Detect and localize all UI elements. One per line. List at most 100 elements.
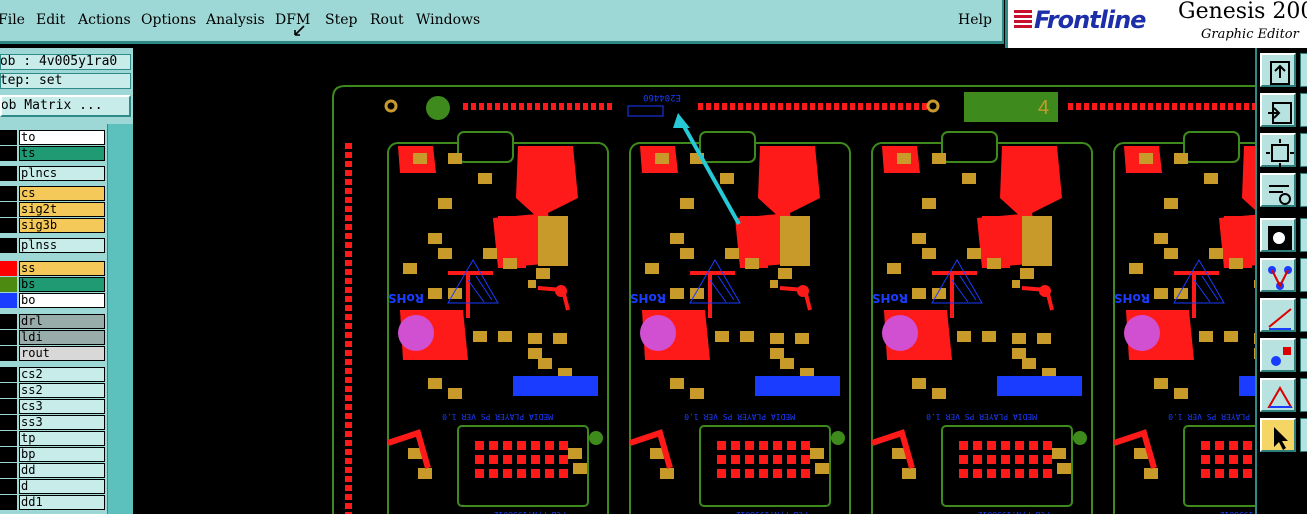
menu-rout[interactable]: Rout: [370, 12, 404, 28]
layer-row-plnss[interactable]: plnss: [0, 238, 105, 253]
polygon-edit-tool-button[interactable]: [1260, 378, 1296, 412]
layer-name[interactable]: rout: [19, 346, 105, 361]
layer-row-cs3[interactable]: cs3: [0, 399, 105, 414]
layer-row-ss2[interactable]: ss2: [0, 383, 105, 398]
snap-measure-tool-button[interactable]: [1260, 173, 1296, 207]
tool-side-button[interactable]: [1300, 298, 1307, 332]
net-connect-tool-button[interactable]: [1260, 258, 1296, 292]
graphic-canvas[interactable]: 4 E204460 RoHS MEDIA PLAYER PS VER 1.0 PCB P…: [133, 48, 1255, 514]
layer-color-swatch[interactable]: [0, 186, 17, 201]
layer-color-swatch[interactable]: [0, 447, 17, 462]
layer-row-dd1[interactable]: dd1: [0, 495, 105, 510]
layer-color-swatch[interactable]: [0, 130, 17, 145]
layer-color-swatch[interactable]: [0, 330, 17, 345]
select-feature-tool-button[interactable]: [1260, 218, 1296, 252]
layer-row-to[interactable]: to: [0, 130, 105, 145]
tool-side-button[interactable]: [1300, 418, 1307, 452]
layer-row-cs[interactable]: cs: [0, 186, 105, 201]
layer-row-ts[interactable]: ts: [0, 146, 105, 161]
layer-color-swatch[interactable]: [0, 431, 17, 446]
layer-name[interactable]: d: [19, 479, 105, 494]
line-draw-tool-button[interactable]: [1260, 298, 1296, 332]
layer-name[interactable]: cs: [19, 186, 105, 201]
layer-row-ss3[interactable]: ss3: [0, 415, 105, 430]
fit-screen-tool-button[interactable]: [1260, 133, 1296, 167]
layer-row-sig3b[interactable]: sig3b: [0, 218, 105, 233]
layer-name[interactable]: tp: [19, 431, 105, 446]
layer-row-bp[interactable]: bp: [0, 447, 105, 462]
tool-side-button[interactable]: [1300, 378, 1307, 412]
tool-side-button[interactable]: [1300, 93, 1307, 127]
tool-side-button[interactable]: [1300, 218, 1307, 252]
menu-actions[interactable]: Actions: [78, 12, 131, 28]
menu-edit[interactable]: Edit: [36, 12, 65, 28]
layer-name[interactable]: ts: [19, 146, 105, 161]
layer-row-sig2t[interactable]: sig2t: [0, 202, 105, 217]
job-matrix-button[interactable]: Job Matrix ...: [0, 95, 131, 117]
layer-row-cs2[interactable]: cs2: [0, 367, 105, 382]
tool-side-button[interactable]: [1300, 53, 1307, 87]
layer-name[interactable]: dd: [19, 463, 105, 478]
layer-name[interactable]: dd1: [19, 495, 105, 510]
layer-name[interactable]: cs2: [19, 367, 105, 382]
layer-name[interactable]: ss: [19, 261, 105, 276]
layer-name[interactable]: drl: [19, 314, 105, 329]
layer-color-swatch[interactable]: [0, 346, 17, 361]
layer-name[interactable]: bs: [19, 277, 105, 292]
layer-color-swatch[interactable]: [0, 415, 17, 430]
layer-row-bo[interactable]: bo: [0, 293, 105, 308]
layer-row-drl[interactable]: drl: [0, 314, 105, 329]
layer-color-swatch[interactable]: [0, 399, 17, 414]
menu-help[interactable]: Help: [958, 12, 992, 28]
tool-side-button[interactable]: [1300, 338, 1307, 372]
layer-color-swatch[interactable]: [0, 202, 17, 217]
layer-name[interactable]: to: [19, 130, 105, 145]
zoom-back-tool-button[interactable]: [1260, 93, 1296, 127]
layer-name[interactable]: bo: [19, 293, 105, 308]
layer-list-scrollbar[interactable]: [108, 124, 133, 514]
menu-file[interactable]: File: [0, 12, 25, 28]
menu-step[interactable]: Step: [325, 12, 357, 28]
menu-analysis[interactable]: Analysis: [206, 12, 265, 28]
layer-color-swatch[interactable]: [0, 495, 17, 510]
rail-pad: [345, 404, 352, 410]
layer-name[interactable]: plnss: [19, 238, 105, 253]
layer-color-swatch[interactable]: [0, 383, 17, 398]
menu-windows[interactable]: Windows: [416, 12, 480, 28]
layer-row-ldi[interactable]: ldi: [0, 330, 105, 345]
layer-color-swatch[interactable]: [0, 314, 17, 329]
layer-color-swatch[interactable]: [0, 146, 17, 161]
layer-name[interactable]: ss3: [19, 415, 105, 430]
tool-side-button[interactable]: [1300, 133, 1307, 167]
layer-name[interactable]: sig2t: [19, 202, 105, 217]
layer-color-swatch[interactable]: [0, 479, 17, 494]
smd-pad: [1022, 358, 1036, 369]
layer-name[interactable]: ldi: [19, 330, 105, 345]
pointer-tool-button[interactable]: [1260, 418, 1296, 452]
layer-color-swatch[interactable]: [0, 261, 17, 276]
layer-name[interactable]: bp: [19, 447, 105, 462]
layer-row-dd[interactable]: dd: [0, 463, 105, 478]
layer-name[interactable]: sig3b: [19, 218, 105, 233]
layer-color-swatch[interactable]: [0, 238, 17, 253]
layer-row-ss[interactable]: ss: [0, 261, 105, 276]
layer-color-swatch[interactable]: [0, 367, 17, 382]
layer-color-swatch[interactable]: [0, 166, 17, 181]
zoom-home-tool-button[interactable]: [1260, 53, 1296, 87]
layer-name[interactable]: ss2: [19, 383, 105, 398]
layer-row-d[interactable]: d: [0, 479, 105, 494]
layer-color-swatch[interactable]: [0, 218, 17, 233]
layer-name[interactable]: cs3: [19, 399, 105, 414]
menu-options[interactable]: Options: [141, 12, 196, 28]
layer-name[interactable]: plncs: [19, 166, 105, 181]
pad-add-tool-button[interactable]: [1260, 338, 1296, 372]
layer-row-plncs[interactable]: plncs: [0, 166, 105, 181]
layer-color-swatch[interactable]: [0, 277, 17, 292]
layer-color-swatch[interactable]: [0, 293, 17, 308]
layer-row-tp[interactable]: tp: [0, 431, 105, 446]
tool-side-button[interactable]: [1300, 173, 1307, 207]
layer-color-swatch[interactable]: [0, 463, 17, 478]
tool-side-button[interactable]: [1300, 258, 1307, 292]
layer-row-rout[interactable]: rout: [0, 346, 105, 361]
layer-row-bs[interactable]: bs: [0, 277, 105, 292]
